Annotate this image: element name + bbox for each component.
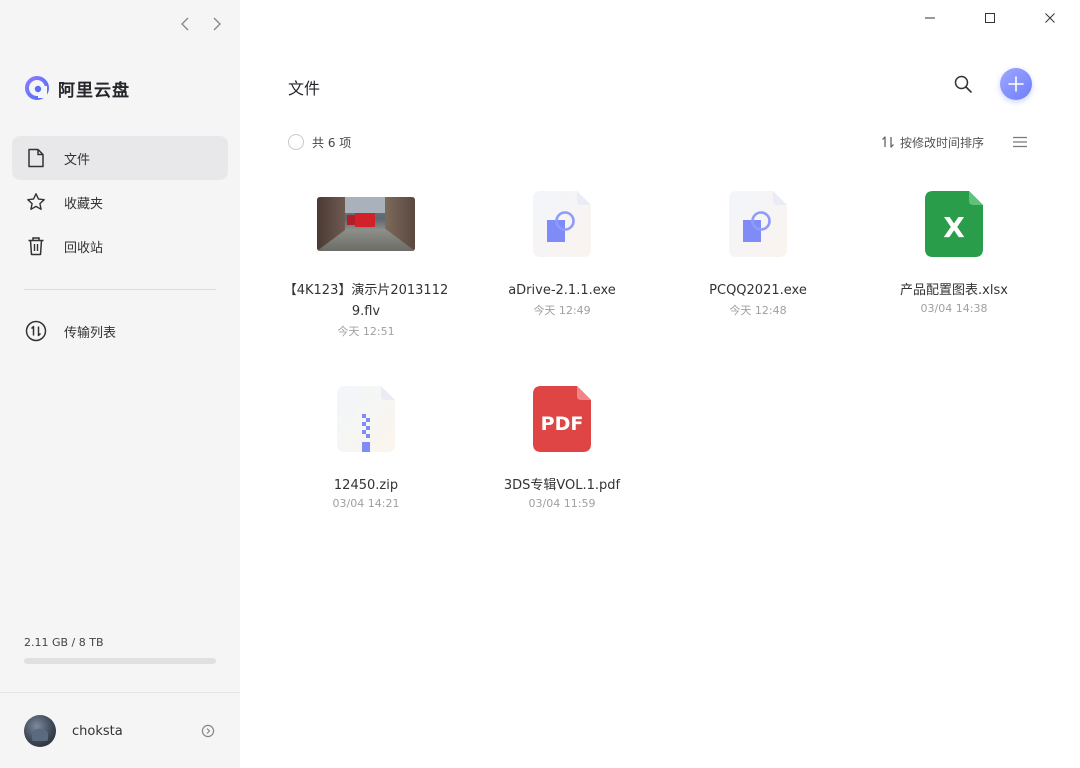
file-item[interactable]: PDF 3DS专辑VOL.1.pdf 03/04 11:59	[464, 375, 660, 510]
sidebar-item-favorites[interactable]: 收藏夹	[12, 180, 228, 224]
history-nav	[176, 14, 226, 34]
minimize-icon	[925, 17, 935, 19]
file-date: 今天 12:51	[337, 325, 395, 338]
file-thumbnail	[698, 180, 818, 268]
transfer-section: 传输列表	[12, 309, 228, 353]
file-name: 3DS专辑VOL.1.pdf	[503, 478, 621, 493]
file-thumbnail	[306, 375, 426, 463]
trash-icon	[24, 234, 48, 258]
file-date: 今天 12:48	[729, 304, 787, 317]
storage-usage: 2.11 GB / 8 TB	[24, 636, 216, 664]
sidebar-item-files[interactable]: 文件	[12, 136, 228, 180]
window-controls	[900, 0, 1080, 36]
chevron-left-icon	[181, 17, 189, 31]
file-thumbnail	[306, 180, 426, 268]
sidebar-divider	[24, 289, 216, 290]
exe-file-icon	[729, 191, 787, 257]
file-date: 今天 12:49	[533, 304, 591, 317]
search-icon	[954, 75, 972, 93]
sidebar: 阿里云盘 文件 收藏夹 回收站 传输列表 2.11 GB / 8 TB chok…	[0, 0, 240, 768]
close-icon	[1045, 13, 1055, 23]
plus-icon	[1008, 76, 1024, 92]
item-count: 共 6 项	[312, 135, 352, 150]
file-toolbar: 共 6 项 按修改时间排序	[288, 132, 1028, 152]
zip-file-icon	[337, 386, 395, 452]
file-name: 12450.zip	[333, 478, 399, 493]
exe-file-icon	[533, 191, 591, 257]
file-name: 产品配置图表.xlsx	[900, 283, 1008, 298]
file-item[interactable]: PCQQ2021.exe 今天 12:48	[660, 180, 856, 339]
excel-icon-label: X	[943, 211, 965, 244]
file-item[interactable]: aDrive-2.1.1.exe 今天 12:49	[464, 180, 660, 339]
username: choksta	[72, 723, 123, 739]
sidebar-item-label: 传输列表	[64, 325, 117, 341]
star-icon	[24, 190, 48, 214]
file-name: PCQQ2021.exe	[709, 283, 807, 298]
video-thumbnail-image	[317, 197, 415, 251]
file-item[interactable]: 12450.zip 03/04 14:21	[268, 375, 464, 510]
minimize-button[interactable]	[900, 0, 960, 36]
file-date: 03/04 14:38	[920, 302, 988, 315]
user-settings-button[interactable]	[200, 723, 216, 739]
main-content: 文件 共 6 项 按修改时间排序 【4K123】演示片20131129.flv …	[240, 0, 1080, 768]
storage-bar	[24, 658, 216, 664]
close-button[interactable]	[1020, 0, 1080, 36]
file-name: aDrive-2.1.1.exe	[508, 283, 616, 298]
file-date: 03/04 14:21	[332, 497, 400, 510]
transfer-icon	[24, 319, 48, 343]
maximize-button[interactable]	[960, 0, 1020, 36]
sort-button[interactable]: 按修改时间排序	[881, 134, 984, 151]
file-thumbnail: PDF	[502, 375, 622, 463]
file-date: 03/04 11:59	[528, 497, 596, 510]
sidebar-item-label: 文件	[64, 152, 91, 168]
sidebar-item-recycle-bin[interactable]: 回收站	[12, 224, 228, 268]
sidebar-item-label: 收藏夹	[64, 196, 104, 212]
user-profile: choksta	[24, 715, 216, 747]
pdf-icon-label: PDF	[541, 413, 584, 435]
sidebar-bottom-divider	[0, 692, 240, 693]
file-thumbnail	[502, 180, 622, 268]
sidebar-item-transfer-list[interactable]: 传输列表	[12, 309, 228, 353]
chevron-right-icon	[213, 17, 221, 31]
excel-file-icon: X	[925, 191, 983, 257]
view-mode-button[interactable]	[1012, 134, 1028, 150]
app-window: 阿里云盘 文件 收藏夹 回收站 传输列表 2.11 GB / 8 TB chok…	[0, 0, 1080, 768]
avatar[interactable]	[24, 715, 56, 747]
pdf-file-icon: PDF	[533, 386, 591, 452]
settings-icon	[201, 724, 215, 738]
file-grid: 【4K123】演示片20131129.flv 今天 12:51 aDrive-2…	[268, 180, 1052, 510]
back-button[interactable]	[176, 14, 194, 34]
file-thumbnail: X	[894, 180, 1014, 268]
file-item[interactable]: X 产品配置图表.xlsx 03/04 14:38	[856, 180, 1052, 339]
sidebar-menu: 文件 收藏夹 回收站	[12, 136, 228, 268]
brand: 阿里云盘	[24, 75, 130, 101]
list-view-icon	[1013, 136, 1027, 148]
storage-text: 2.11 GB / 8 TB	[24, 636, 104, 649]
file-icon	[24, 146, 48, 170]
sidebar-item-label: 回收站	[64, 240, 104, 256]
file-name: 【4K123】演示片20131129.flv	[283, 283, 449, 319]
forward-button[interactable]	[208, 14, 226, 34]
sort-icon	[882, 136, 894, 148]
maximize-icon	[985, 13, 995, 23]
sort-label: 按修改时间排序	[899, 135, 984, 150]
aliyun-drive-logo-icon	[25, 76, 49, 100]
file-item[interactable]: 【4K123】演示片20131129.flv 今天 12:51	[268, 180, 464, 339]
search-button[interactable]	[952, 73, 974, 95]
page-title: 文件	[288, 79, 321, 98]
add-button[interactable]	[1000, 68, 1032, 100]
select-all-checkbox[interactable]	[288, 134, 304, 150]
brand-name: 阿里云盘	[58, 80, 130, 101]
